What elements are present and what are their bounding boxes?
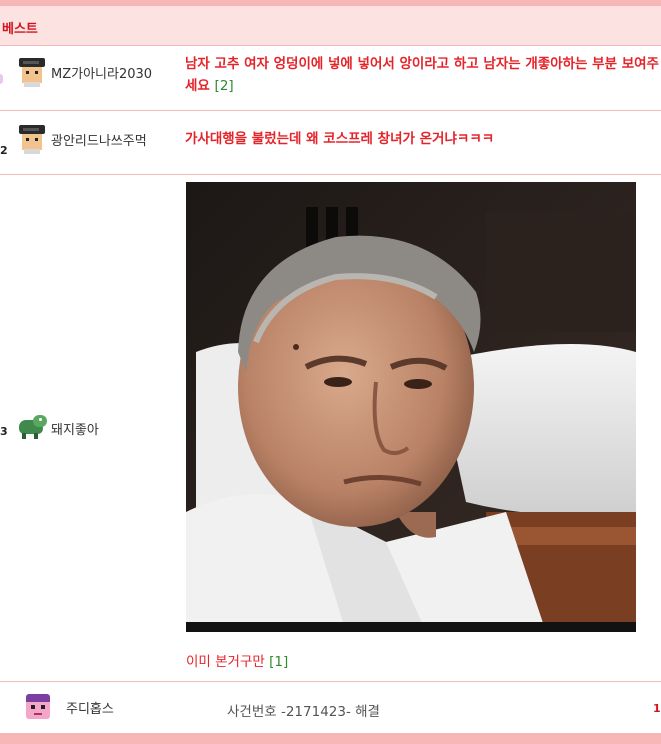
post-title-link[interactable]: 가사대행을 불렀는데 왜 코스프레 창녀가 온거냐ㅋㅋㅋ <box>185 128 494 150</box>
avatar <box>22 692 52 722</box>
post-image[interactable] <box>186 182 636 632</box>
post-caption[interactable]: 이미 본거구만 <box>186 654 265 670</box>
list-item[interactable]: MZ가아니라2030 남자 고추 여자 엉덩이에 넣에 넣어서 앙이라고 하고 … <box>0 46 661 111</box>
post-caption-link[interactable]: 이미 본거구만 [1] <box>186 650 288 670</box>
post-title-link[interactable]: 남자 고추 여자 엉덩이에 넣에 넣어서 앙이라고 하고 남자는 개좋아하는 부… <box>185 53 659 97</box>
rank-number: 3 <box>0 425 8 438</box>
nickname[interactable]: 주디홉스 <box>66 698 114 717</box>
section-title[interactable]: 베스트 <box>2 18 38 37</box>
avatar <box>17 57 47 87</box>
count-badge: 1 <box>653 702 661 715</box>
list-item[interactable]: 3 돼지좋아 이미 본거구만 [1] <box>0 175 661 682</box>
avatar <box>17 413 47 443</box>
list-item[interactable]: 2 광안리드나쓰주먹 가사대행을 불렀는데 왜 코스프레 창녀가 온거냐ㅋㅋㅋ <box>0 111 661 175</box>
bottom-border <box>0 734 661 744</box>
user-info[interactable]: 주디홉스 <box>22 692 114 722</box>
post-title[interactable]: 가사대행을 불렀는데 왜 코스프레 창녀가 온거냐ㅋㅋㅋ <box>185 131 494 147</box>
comment-count[interactable]: [1] <box>269 654 288 670</box>
nickname[interactable]: MZ가아니라2030 <box>51 63 152 82</box>
user-info[interactable]: 광안리드나쓰주먹 <box>17 124 147 154</box>
comment-count[interactable]: [2] <box>215 78 234 94</box>
rank-number: 2 <box>0 144 8 157</box>
rank-marker <box>0 74 3 84</box>
nickname[interactable]: 광안리드나쓰주먹 <box>51 130 147 149</box>
nickname[interactable]: 돼지좋아 <box>51 419 99 438</box>
post-title[interactable]: 남자 고추 여자 엉덩이에 넣에 넣어서 앙이라고 하고 남자는 개좋아하는 부… <box>185 56 659 94</box>
user-info[interactable]: 돼지좋아 <box>17 413 99 443</box>
list-item[interactable]: 주디홉스 사건번호 -2171423- 해결 1 <box>0 682 661 734</box>
avatar <box>17 124 47 154</box>
best-header: 베스트 <box>0 6 661 46</box>
post-text[interactable]: 사건번호 -2171423- 해결 <box>227 700 380 720</box>
user-info[interactable]: MZ가아니라2030 <box>17 57 152 87</box>
